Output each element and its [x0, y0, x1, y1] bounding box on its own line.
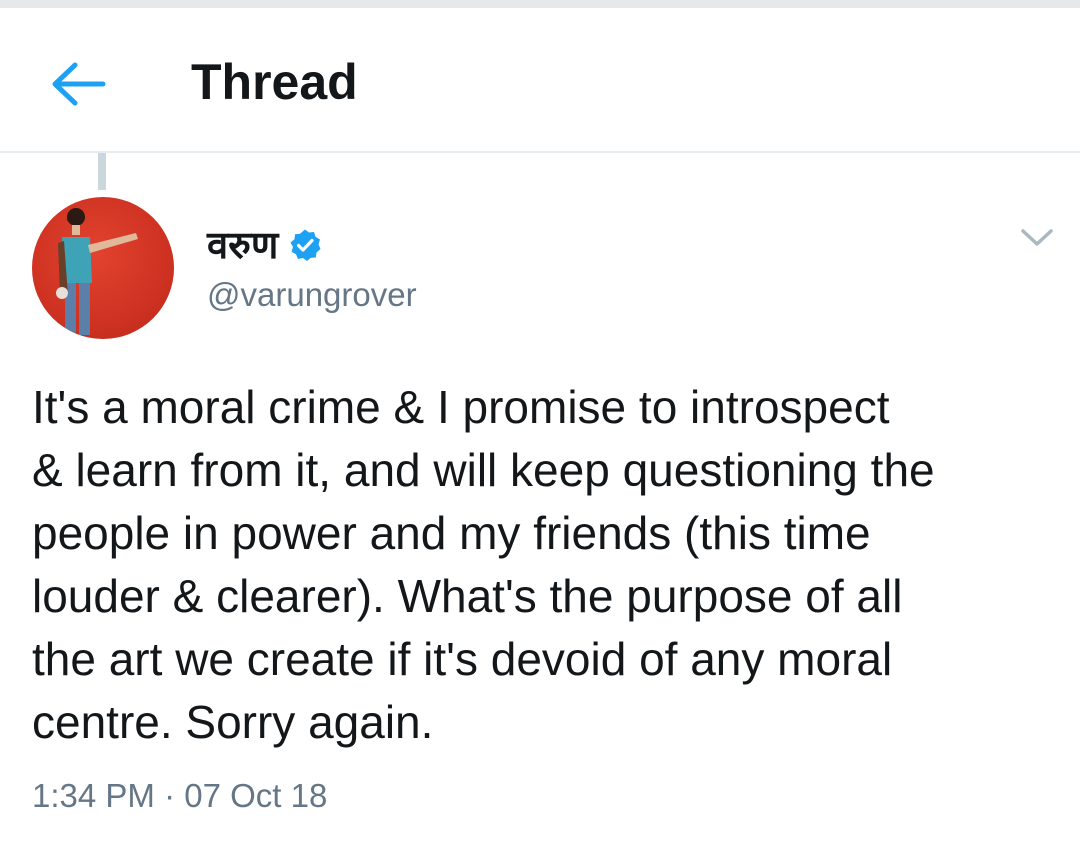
tweet-text-line: centre. Sorry again.	[32, 696, 434, 748]
tweet-timestamp[interactable]: 1:34 PM · 07 Oct 18	[32, 774, 327, 818]
verified-badge-icon	[290, 229, 321, 261]
author-display-name: वरुण	[207, 223, 279, 267]
back-button[interactable]	[44, 54, 114, 114]
author-name[interactable]: वरुण	[207, 222, 322, 268]
tweet-menu-button[interactable]	[1014, 218, 1060, 258]
tweet-text: It's a moral crime & I promise to intros…	[32, 376, 1052, 754]
thread-header: Thread	[0, 8, 1080, 153]
arrow-left-icon	[52, 62, 106, 106]
tweet-text-line: It's a moral crime & I promise to intros…	[32, 381, 890, 433]
tweet-text-line: people in power and my friends (this tim…	[32, 507, 871, 559]
tweet-text-line: the art we create if it's devoid of any …	[32, 633, 893, 685]
status-strip	[0, 0, 1080, 8]
avatar-illustration	[56, 208, 138, 335]
author-handle[interactable]: @varungrover	[207, 274, 417, 316]
thread-connector-line	[98, 153, 106, 190]
tweet-text-line: & learn from it, and will keep questioni…	[32, 444, 935, 496]
page-title: Thread	[191, 54, 358, 110]
chevron-down-icon	[1021, 229, 1053, 246]
tweet-text-line: louder & clearer). What's the purpose of…	[32, 570, 903, 622]
avatar[interactable]	[32, 197, 174, 339]
